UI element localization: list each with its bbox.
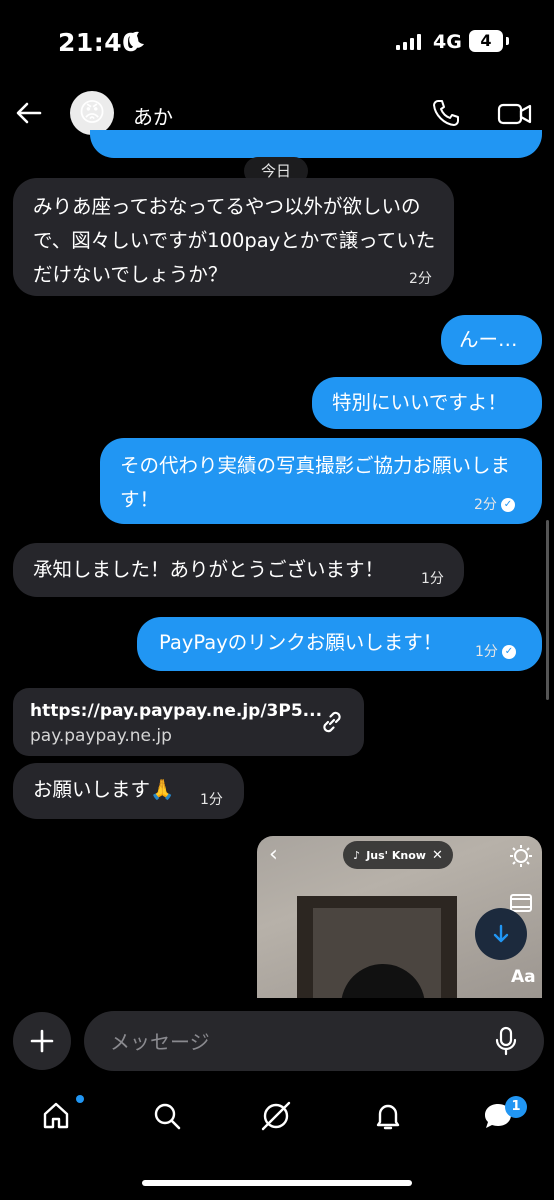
- message-text: 特別にいいですよ！: [332, 391, 507, 414]
- message-text: みりあ座っておなってるやつ以外が欲しいので、図々しいですが100payとかで譲っ…: [33, 195, 436, 286]
- video-call-icon[interactable]: [497, 99, 533, 129]
- link-domain: pay.paypay.ne.jp: [30, 726, 172, 746]
- moon-icon: [129, 31, 144, 48]
- message-time: 1分: [200, 792, 223, 808]
- text-tool-icon[interactable]: Aa: [511, 967, 536, 987]
- music-label: Jus' Know: [366, 848, 426, 862]
- message-time-label: 1分: [475, 644, 498, 660]
- message-text: PayPayのリンクお願いします！: [159, 631, 443, 654]
- scrollbar[interactable]: [546, 520, 549, 700]
- message-bubble-incoming[interactable]: 承知しました！ありがとうございます！ 1分: [13, 543, 464, 597]
- close-icon[interactable]: ✕: [432, 848, 443, 863]
- download-button[interactable]: [475, 908, 527, 960]
- nav-notifications[interactable]: [368, 1096, 408, 1136]
- download-arrow-icon: [493, 924, 509, 943]
- message-bubble-incoming[interactable]: みりあ座っておなってるやつ以外が欲しいので、図々しいですが100payとかで譲っ…: [13, 178, 454, 296]
- plus-icon: [30, 1029, 54, 1053]
- message-bubble-outgoing[interactable]: 特別にいいですよ！: [312, 377, 542, 429]
- contact-name[interactable]: あか: [133, 101, 173, 130]
- phone-call-icon[interactable]: [430, 97, 462, 129]
- message-text: その代わり実績の写真撮影ご協力お願いします！: [120, 454, 511, 511]
- bell-icon: [376, 1104, 400, 1130]
- message-time-label: 2分: [474, 497, 497, 513]
- message-bubble-outgoing[interactable]: PayPayのリンクお願いします！ 1分 ✓: [137, 617, 542, 671]
- microphone-icon[interactable]: [492, 1026, 520, 1056]
- message-time: 1分 ✓: [475, 641, 516, 661]
- read-check-icon: ✓: [500, 498, 515, 512]
- network-type: 4G: [433, 31, 462, 53]
- nav-explore[interactable]: [256, 1096, 296, 1136]
- brightness-icon[interactable]: [509, 844, 533, 868]
- link-preview-card[interactable]: https://pay.paypay.ne.jp/3P5... pay.payp…: [13, 688, 364, 756]
- home-icon: [43, 1102, 69, 1129]
- message-input-container[interactable]: [84, 1011, 544, 1073]
- battery-icon: 4: [469, 30, 503, 52]
- music-note-icon: ♪: [353, 848, 361, 862]
- messages-badge: 1: [505, 1096, 527, 1118]
- music-sticker[interactable]: ♪ Jus' Know ✕: [343, 841, 453, 869]
- message-time: 1分: [421, 571, 444, 587]
- previous-message-bubble[interactable]: [90, 130, 542, 158]
- message-input[interactable]: [108, 1011, 492, 1073]
- message-time: 2分 ✓: [474, 494, 515, 514]
- message-bubble-incoming[interactable]: お願いします🙏 1分: [13, 763, 244, 819]
- video-preview[interactable]: ‹ ♪ Jus' Know ✕ Aa: [257, 836, 542, 998]
- add-attachment-button[interactable]: [13, 1012, 71, 1070]
- search-icon: [154, 1103, 181, 1130]
- chevron-left-icon[interactable]: ‹: [269, 842, 278, 867]
- nav-home[interactable]: [36, 1096, 76, 1136]
- read-check-icon: ✓: [501, 645, 516, 659]
- compass-slash-icon: [261, 1101, 291, 1131]
- back-arrow-icon[interactable]: [14, 98, 44, 128]
- avatar[interactable]: 😡: [70, 91, 114, 135]
- link-icon: [323, 711, 341, 733]
- battery-nub: [506, 37, 509, 45]
- message-text: お願いします🙏: [33, 778, 175, 801]
- link-url: https://pay.paypay.ne.jp/3P5...: [30, 701, 323, 721]
- message-text: 承知しました！ありがとうございます！: [33, 558, 385, 581]
- message-bubble-outgoing[interactable]: その代わり実績の写真撮影ご協力お願いします！ 2分 ✓: [100, 438, 542, 524]
- signal-icon: [396, 34, 421, 50]
- message-text: んー…: [459, 328, 518, 351]
- message-bubble-outgoing[interactable]: んー…: [441, 315, 542, 365]
- home-indicator: [142, 1180, 412, 1186]
- notification-dot: [76, 1095, 84, 1103]
- message-time: 2分: [409, 271, 432, 287]
- nav-search[interactable]: [147, 1096, 187, 1136]
